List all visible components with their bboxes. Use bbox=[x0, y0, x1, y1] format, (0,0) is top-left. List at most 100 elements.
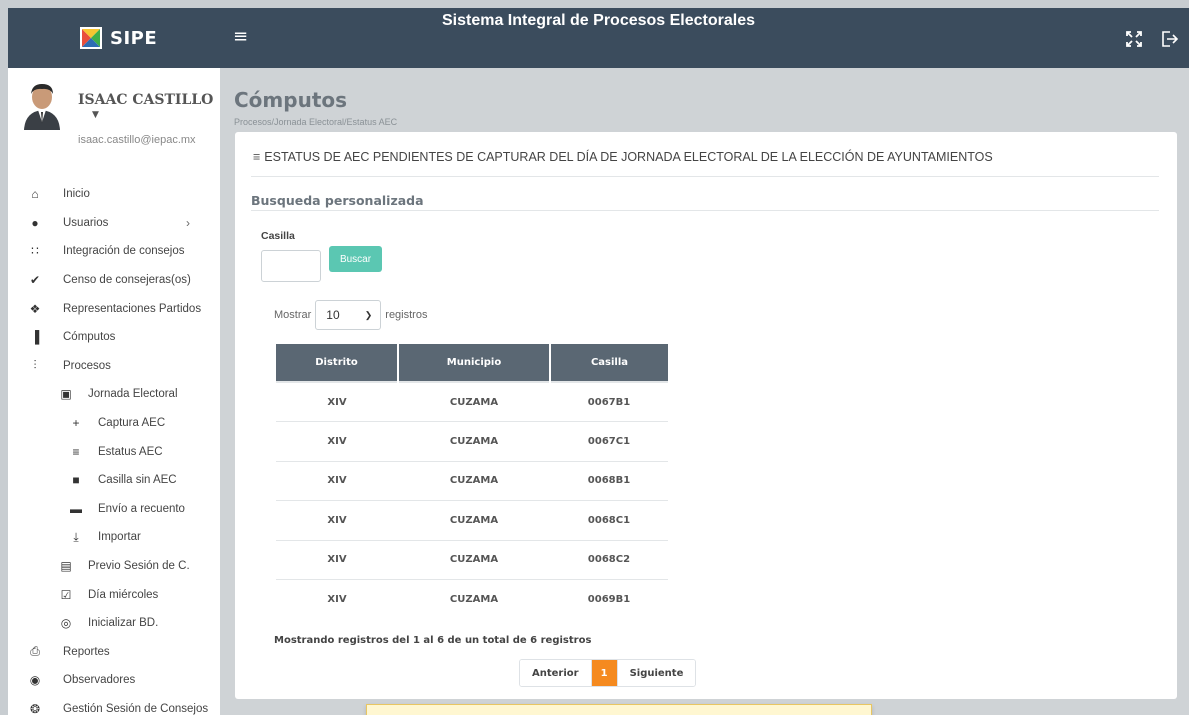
table-row: XIV CUZAMA 0068C1 bbox=[276, 500, 668, 540]
sipe-logo-icon bbox=[80, 27, 102, 49]
table-cell: XIV bbox=[276, 579, 398, 619]
table-row: XIV CUZAMA 0069B1 bbox=[276, 579, 668, 619]
eye-icon: ◉ bbox=[29, 673, 41, 688]
table-cell: CUZAMA bbox=[398, 579, 550, 619]
length-select[interactable]: 10 ❯ bbox=[315, 300, 382, 330]
user-caret-icon[interactable]: ▼ bbox=[92, 110, 99, 120]
column-header-municipio[interactable]: Municipio bbox=[398, 344, 551, 382]
user-name[interactable]: ISAAC CASTILLO bbox=[78, 92, 213, 108]
sidebar-item-label: Envío a recuento bbox=[98, 502, 185, 515]
sidebar-item[interactable]: ▐ Cómputos bbox=[8, 323, 220, 352]
sidebar-item[interactable]: ≡ Estatus AEC bbox=[8, 437, 220, 466]
table-row: XIV CUZAMA 0068C2 bbox=[276, 539, 668, 580]
table-cell: XIV bbox=[276, 381, 398, 422]
sidebar-item-label: Estatus AEC bbox=[98, 445, 163, 458]
divider bbox=[251, 210, 1159, 211]
brand-name: SIPE bbox=[110, 27, 158, 49]
sidebar-item[interactable]: ❂ Gestión Sesión de Consejos bbox=[8, 695, 220, 715]
table-cell: 0067B1 bbox=[550, 381, 668, 422]
list-icon: ≡ bbox=[253, 150, 261, 164]
table-row: XIV CUZAMA 0067B1 bbox=[276, 381, 668, 422]
sidebar-item-label: Usuarios bbox=[63, 216, 109, 229]
table-info: Mostrando registros del 1 al 6 de un tot… bbox=[274, 635, 592, 646]
search-section-title: Busqueda personalizada bbox=[251, 193, 424, 208]
file-plus-icon: ▣ bbox=[60, 387, 72, 402]
sidebar-item[interactable]: ⎙ Reportes bbox=[8, 638, 220, 667]
fullscreen-icon[interactable] bbox=[1125, 30, 1143, 48]
sidebar-item[interactable]: ◉ Observadores bbox=[8, 666, 220, 695]
sidebar-item[interactable]: ▣ Jornada Electoral bbox=[8, 380, 220, 409]
pagination: Anterior 1 Siguiente bbox=[519, 659, 697, 687]
top-bar: SIPE ≡ Sistema Integral de Procesos Elec… bbox=[8, 8, 1189, 68]
table-cell: 0069B1 bbox=[550, 579, 668, 619]
alert-message-icon: ■ bbox=[72, 473, 80, 488]
previous-page-button[interactable]: Anterior bbox=[520, 660, 591, 686]
notification-toast bbox=[366, 704, 872, 715]
sidebar-item[interactable]: ✔ Censo de consejeras(os) bbox=[8, 266, 220, 295]
sidebar-item[interactable]: ⫶ Procesos bbox=[8, 352, 220, 381]
sidebar-item[interactable]: ▤ Previo Sesión de C. bbox=[8, 552, 220, 581]
table-header-row: Distrito Municipio Casilla bbox=[276, 344, 668, 382]
sidebar-item-label: Inicializar BD. bbox=[88, 617, 159, 630]
sidebar-item-label: Observadores bbox=[63, 674, 136, 687]
sidebar-item[interactable]: ■ Casilla sin AEC bbox=[8, 466, 220, 495]
table-cell: 0068B1 bbox=[550, 460, 668, 501]
document-icon: ▤ bbox=[60, 559, 72, 574]
sidebar-item-label: Cómputos bbox=[63, 331, 116, 344]
chevron-right-icon: › bbox=[186, 215, 190, 230]
sidebar-item-label: Jornada Electoral bbox=[88, 388, 178, 401]
clipboard-check-icon: ☑ bbox=[60, 587, 72, 602]
printer-icon: ⎙ bbox=[30, 644, 40, 659]
page-title: Cómputos bbox=[234, 88, 348, 112]
column-header-casilla[interactable]: Casilla bbox=[550, 344, 668, 382]
table-cell: XIV bbox=[276, 421, 398, 461]
breadcrumb: Procesos/Jornada Electoral/Estatus AEC bbox=[234, 117, 398, 127]
chevron-down-icon: ❯ bbox=[364, 309, 373, 320]
sidebar-item[interactable]: + Captura AEC bbox=[8, 409, 220, 438]
table-row: XIV CUZAMA 0067C1 bbox=[276, 421, 668, 461]
app-title: Sistema Integral de Procesos Electorales bbox=[441, 12, 756, 29]
sidebar-item-label: Casilla sin AEC bbox=[98, 474, 177, 487]
sidebar-item-label: Integración de consejos bbox=[63, 245, 185, 258]
sidebar-item[interactable]: ❖ Representaciones Partidos bbox=[8, 294, 220, 323]
sidebar-item-label: Reportes bbox=[63, 645, 110, 658]
home-icon: ⌂ bbox=[31, 187, 39, 202]
results-table: Distrito Municipio Casilla XIV CUZAMA 0067… bbox=[276, 344, 668, 619]
card-title-text: ESTATUS DE AEC PENDIENTES DE CAPTURAR DE… bbox=[264, 150, 993, 164]
next-page-button[interactable]: Siguiente bbox=[616, 660, 696, 686]
sidebar-item[interactable]: ● Usuarios › bbox=[8, 209, 220, 238]
search-button[interactable]: Buscar bbox=[329, 246, 382, 272]
download-icon: ⤓ bbox=[73, 529, 79, 544]
top-actions bbox=[1125, 30, 1179, 48]
table-cell: XIV bbox=[276, 500, 398, 540]
sidebar-item[interactable]: ∷ Integración de consejos bbox=[8, 237, 220, 266]
sidebar-item[interactable]: ⤓ Importar bbox=[8, 523, 220, 552]
user-panel: ISAAC CASTILLO ▼ isaac.castillo@iepac.mx bbox=[8, 68, 220, 168]
sidebar-item-label: Inicio bbox=[63, 188, 90, 201]
users-icon: ● bbox=[31, 215, 39, 230]
length-suffix: registros bbox=[385, 309, 428, 321]
sidebar-item[interactable]: ⌂ Inicio bbox=[8, 180, 220, 209]
group-icon: ∷ bbox=[31, 244, 39, 259]
sidebar-item[interactable]: ▬ Envío a recuento bbox=[8, 495, 220, 524]
casilla-input[interactable] bbox=[261, 250, 321, 282]
column-header-distrito[interactable]: Distrito bbox=[276, 344, 399, 382]
table-cell: CUZAMA bbox=[398, 381, 550, 422]
card-title: ≡ ESTATUS DE AEC PENDIENTES DE CAPTURAR D… bbox=[253, 150, 993, 164]
sidebar-item-label: Captura AEC bbox=[98, 417, 166, 430]
sidebar-item-label: Previo Sesión de C. bbox=[88, 560, 190, 573]
page-button-current[interactable]: 1 bbox=[590, 660, 617, 686]
table-cell: CUZAMA bbox=[398, 421, 550, 461]
logout-icon[interactable] bbox=[1161, 30, 1179, 48]
sidebar-item[interactable]: ◎ Inicializar BD. bbox=[8, 609, 220, 638]
chat-icon: ▬ bbox=[70, 501, 82, 516]
table-cell: CUZAMA bbox=[398, 460, 550, 501]
table-cell: CUZAMA bbox=[398, 500, 550, 540]
sidebar-item-label: Representaciones Partidos bbox=[63, 302, 202, 315]
table-row: XIV CUZAMA 0068B1 bbox=[276, 460, 668, 501]
user-email: isaac.castillo@iepac.mx bbox=[78, 134, 196, 146]
sidebar-item[interactable]: ☑ Día miércoles bbox=[8, 580, 220, 609]
sidebar-item-label: Día miércoles bbox=[88, 588, 159, 601]
table-cell: CUZAMA bbox=[398, 539, 550, 580]
table-cell: 0067C1 bbox=[550, 421, 668, 461]
